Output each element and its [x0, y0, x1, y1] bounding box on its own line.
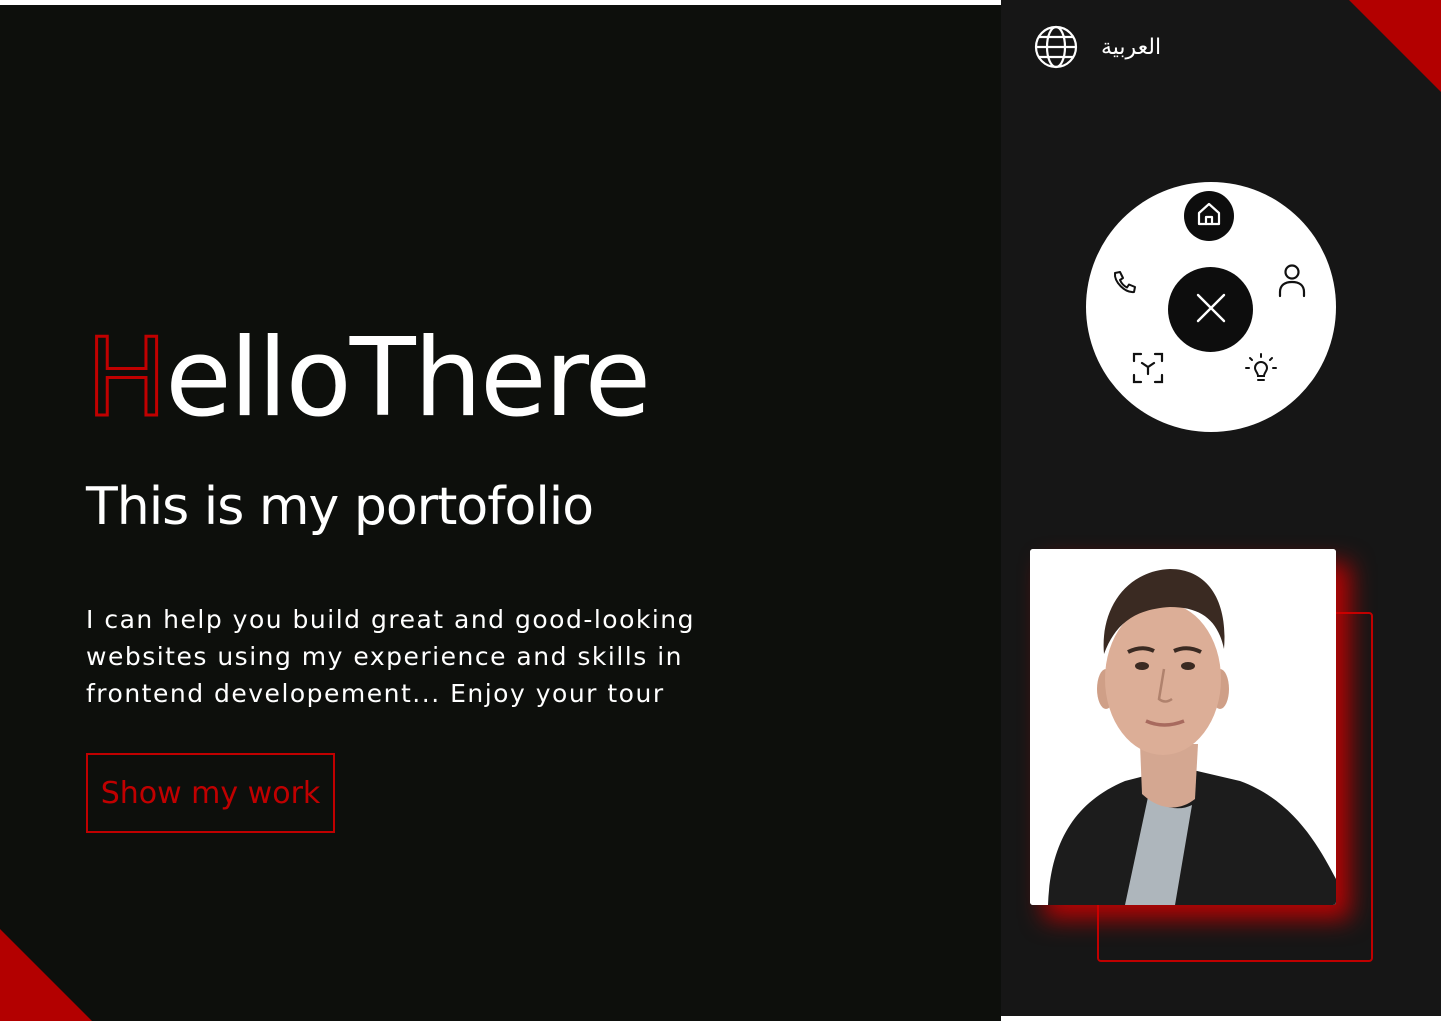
close-icon — [1193, 290, 1229, 330]
user-icon — [1276, 262, 1308, 302]
nav-contact-button[interactable] — [1104, 265, 1144, 305]
cube-scan-icon — [1130, 350, 1166, 390]
avatar — [1030, 549, 1336, 905]
hero-title-initial: H — [84, 316, 168, 441]
nav-projects-button[interactable] — [1128, 350, 1168, 390]
language-label: العربية — [1101, 34, 1162, 60]
corner-accent-top-right — [1349, 0, 1441, 92]
hero-description: I can help you build great and good-look… — [86, 605, 696, 708]
hero-subtitle: This is my portofolio — [86, 477, 594, 537]
language-switcher[interactable]: العربية — [1033, 24, 1162, 74]
corner-accent-bottom-left — [0, 929, 92, 1021]
home-icon — [1194, 199, 1224, 233]
nav-skills-button[interactable] — [1241, 350, 1281, 390]
close-menu-button[interactable] — [1168, 267, 1253, 352]
hero-title: HelloThere — [84, 323, 651, 434]
lightbulb-icon — [1242, 349, 1280, 391]
radial-nav-menu — [1086, 182, 1336, 432]
globe-icon — [1033, 24, 1079, 74]
nav-home-button[interactable] — [1184, 191, 1234, 241]
hero-section: HelloThere This is my portofolio I can h… — [0, 5, 1001, 1021]
sidebar: العربية — [1001, 0, 1441, 1016]
phone-icon — [1109, 268, 1139, 302]
nav-about-button[interactable] — [1272, 262, 1312, 302]
hero-title-rest: elloThere — [165, 316, 651, 441]
show-my-work-button[interactable]: Show my work — [86, 753, 335, 833]
